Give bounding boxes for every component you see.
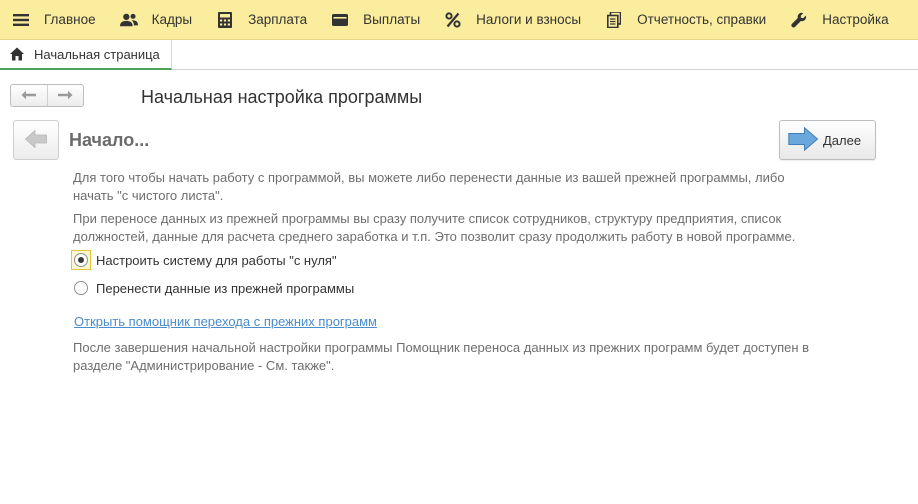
menu-item-label: Отчетность, справки xyxy=(637,12,767,27)
radio-frame xyxy=(71,278,91,298)
history-forward-button[interactable] xyxy=(46,85,84,106)
menu-item-label: Главное xyxy=(44,12,96,27)
home-icon xyxy=(10,47,24,61)
arrow-right-icon xyxy=(788,126,819,154)
radio-button[interactable] xyxy=(74,281,88,295)
footer-note: После завершения начальной настройки про… xyxy=(73,340,810,373)
open-migration-assistant-link[interactable]: Открыть помощник перехода с прежних прог… xyxy=(74,314,377,329)
transfer-description: При переносе данных из прежней программы… xyxy=(73,211,796,244)
arrow-right-icon xyxy=(57,88,73,103)
next-button-label: Далее xyxy=(823,132,862,148)
menu-item-settings[interactable]: Настройка xyxy=(778,0,900,40)
radio-button[interactable] xyxy=(74,253,88,267)
menu-item-label: Выплаты xyxy=(363,12,421,27)
menu-item-salary[interactable]: Зарплата xyxy=(204,0,319,40)
hamburger-icon xyxy=(12,11,30,29)
menu-item-main[interactable]: Главное xyxy=(0,0,108,40)
main-menu-bar: Главное Кадры Зарплата Выплаты Налоги и … xyxy=(0,0,918,40)
option-setup-from-scratch[interactable]: Настроить систему для работы "с нуля" xyxy=(71,250,337,270)
wizard-step-title: Начало... xyxy=(69,130,150,150)
radio-label: Настроить систему для работы "с нуля" xyxy=(96,252,337,268)
menu-item-label: Кадры xyxy=(151,12,193,27)
calculator-icon xyxy=(216,11,234,29)
tab-label: Начальная страница xyxy=(34,46,160,62)
arrow-left-icon xyxy=(21,88,37,103)
radio-label: Перенести данные из прежней программы xyxy=(96,280,355,296)
history-back-button[interactable] xyxy=(11,85,47,106)
percent-icon xyxy=(444,11,462,29)
option-transfer-data[interactable]: Перенести данные из прежней программы xyxy=(71,278,354,298)
menu-item-personnel[interactable]: Кадры xyxy=(108,0,204,40)
menu-item-taxes[interactable]: Налоги и взносы xyxy=(432,0,593,40)
tab-bar: Начальная страница xyxy=(0,40,918,70)
radio-selected-dot-icon xyxy=(78,257,84,263)
wizard-back-button[interactable] xyxy=(13,120,59,160)
wrench-icon xyxy=(790,11,808,29)
history-navigation xyxy=(10,84,84,107)
tab-home-page[interactable]: Начальная страница xyxy=(0,40,172,70)
arrow-left-icon xyxy=(24,129,47,151)
users-icon xyxy=(119,11,138,29)
menu-item-label: Настройка xyxy=(822,12,889,27)
intro-text: Для того чтобы начать работу с программо… xyxy=(73,170,785,203)
menu-item-label: Зарплата xyxy=(248,12,308,27)
documents-icon xyxy=(605,11,623,29)
menu-item-label: Налоги и взносы xyxy=(476,12,582,27)
menu-item-payments[interactable]: Выплаты xyxy=(319,0,432,40)
next-button[interactable]: Далее xyxy=(779,120,876,160)
form-title: Начальная настройка программы xyxy=(141,87,423,107)
wallet-icon xyxy=(331,11,349,29)
menu-item-reports[interactable]: Отчетность, справки xyxy=(593,0,778,40)
radio-focus-frame xyxy=(71,250,91,270)
